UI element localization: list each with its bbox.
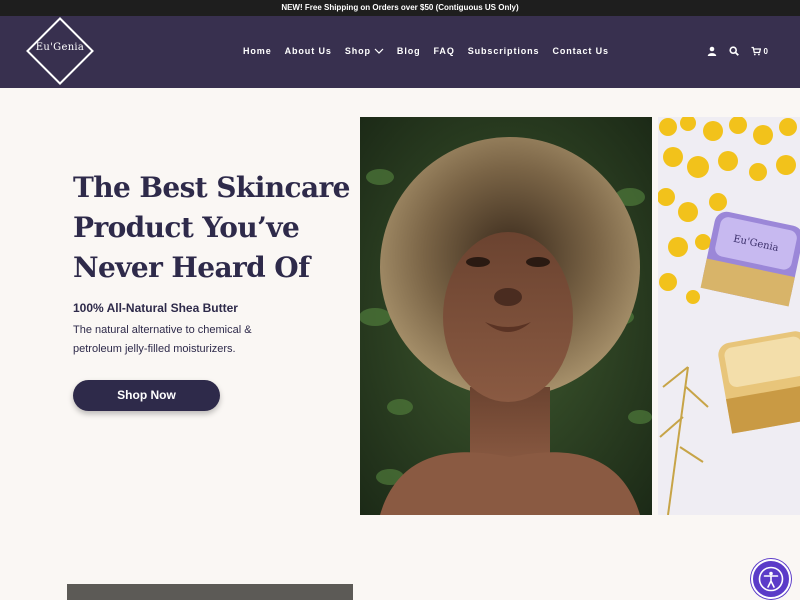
nav-shop-label: Shop	[344, 46, 371, 56]
next-section-photo	[67, 584, 353, 600]
accessibility-button[interactable]	[751, 559, 791, 599]
shop-now-button[interactable]: Shop Now	[73, 380, 220, 411]
nav-contact-us[interactable]: Contact Us	[552, 46, 609, 56]
nav-blog[interactable]: Blog	[397, 46, 421, 56]
chevron-down-icon	[374, 48, 384, 54]
product-jars-image: Eu'Genia	[658, 117, 800, 515]
hero-title: The Best Skincare Product You’ve Never H…	[73, 171, 350, 284]
nav-home[interactable]: Home	[243, 46, 272, 56]
woman-portrait-image	[360, 117, 652, 515]
announcement-bar: NEW! Free Shipping on Orders over $50 (C…	[0, 0, 800, 16]
header-icons: 0	[707, 46, 768, 56]
cart-icon	[751, 46, 761, 56]
cart-count: 0	[763, 46, 768, 56]
site-header: Eu'Genia Home About Us Shop Blog FAQ Sub…	[0, 16, 800, 88]
main-nav: Home About Us Shop Blog FAQ Subscription…	[243, 46, 622, 56]
hero-description: The natural alternative to chemical & pe…	[73, 324, 252, 355]
announcement-text: NEW! Free Shipping on Orders over $50 (C…	[281, 3, 519, 12]
nav-faq[interactable]: FAQ	[434, 46, 455, 56]
nav-subscriptions[interactable]: Subscriptions	[468, 46, 540, 56]
user-icon[interactable]	[707, 46, 717, 56]
hero-photo-woman	[360, 117, 652, 515]
logo-text[interactable]: Eu'Genia	[22, 42, 98, 53]
hero-subtitle: 100% All-Natural Shea Butter	[73, 301, 238, 315]
hero-photo-product: Eu'Genia	[658, 117, 800, 515]
nav-shop[interactable]: Shop	[345, 46, 384, 56]
cart-button[interactable]: 0	[751, 46, 768, 56]
accessibility-icon	[758, 566, 784, 592]
search-icon[interactable]	[728, 46, 739, 56]
nav-about-us[interactable]: About Us	[285, 46, 332, 56]
